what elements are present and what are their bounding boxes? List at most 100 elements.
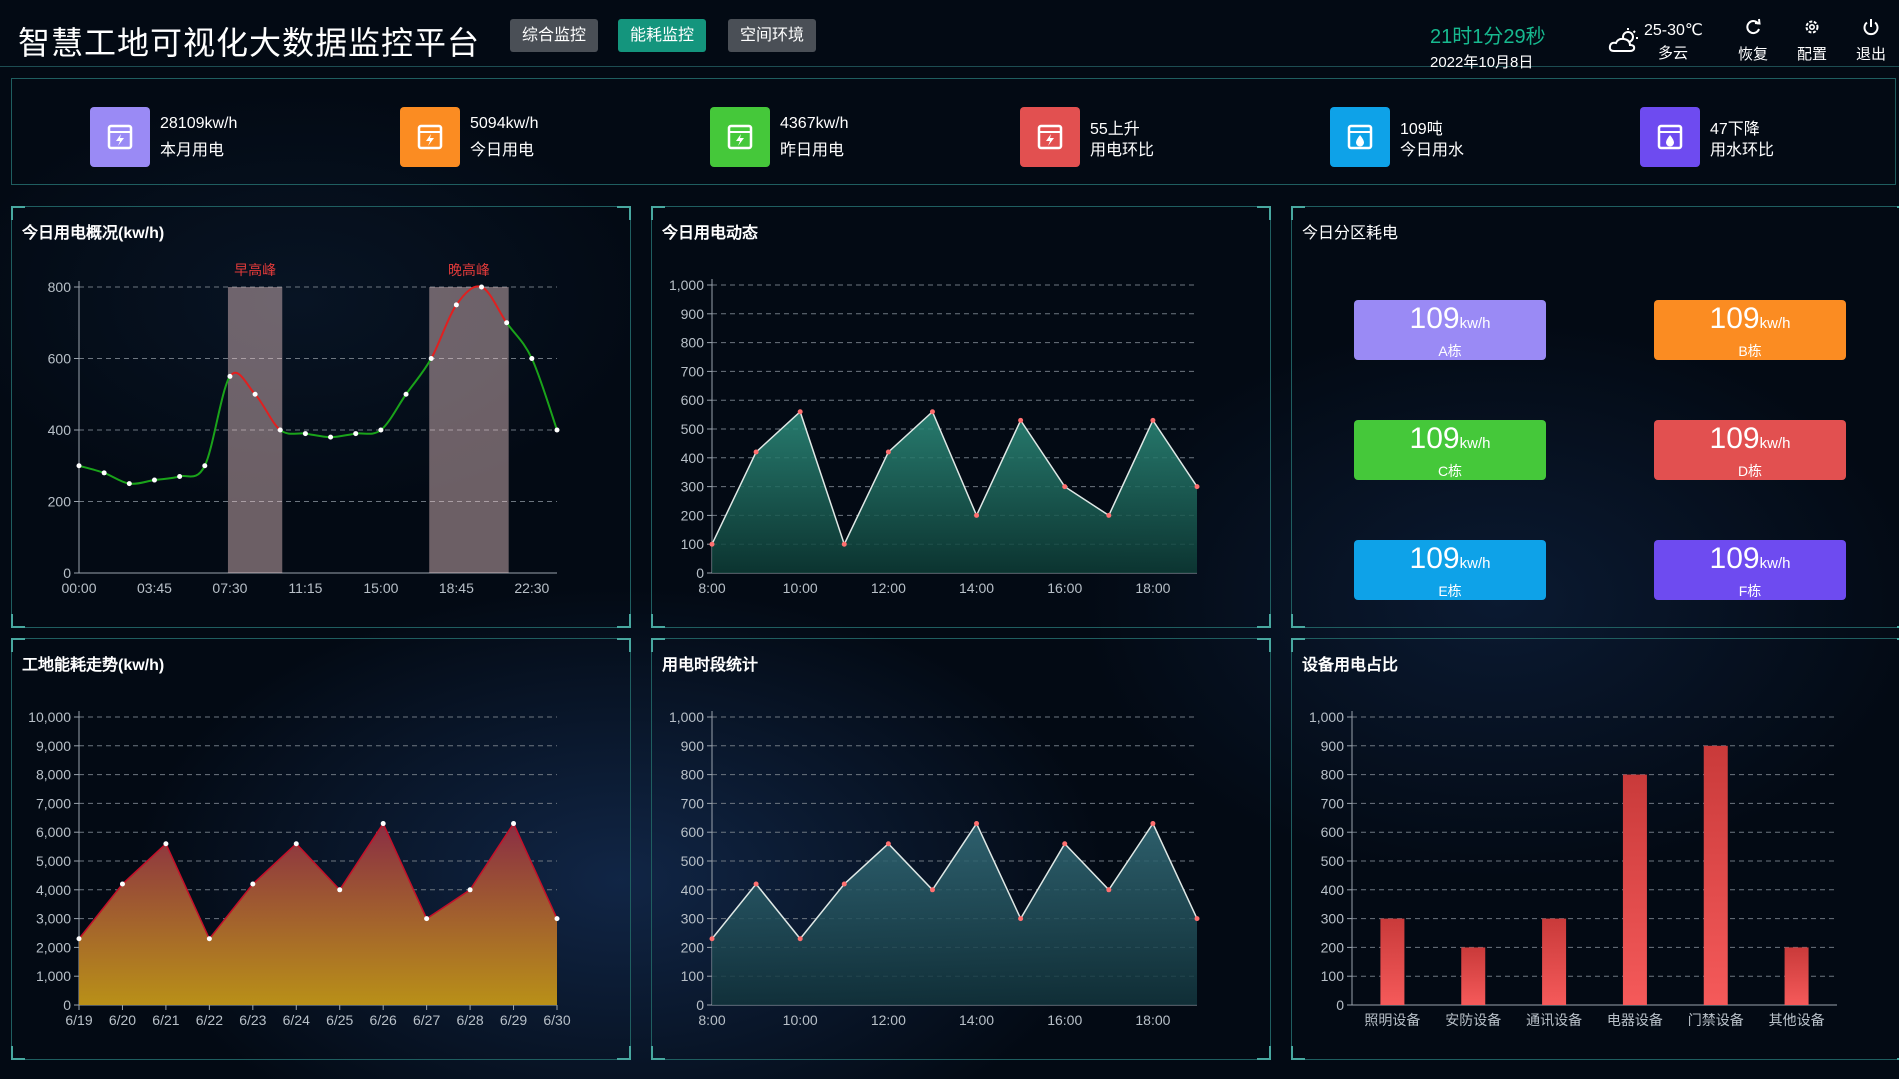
panel-title: 今日分区耗电	[1302, 225, 1399, 242]
x-tick-label: 12:00	[871, 1012, 906, 1028]
data-point	[1194, 916, 1200, 922]
bar	[1542, 918, 1567, 1005]
series-line-segment	[179, 465, 206, 478]
period-stats-area-chart: 0 100 200 300 400 500 600 700 800 900 1,000 8:00 10:…	[669, 709, 1200, 1028]
data-point	[1150, 821, 1156, 827]
tab-energy-monitoring[interactable]: 能耗监控	[618, 19, 707, 52]
data-point	[163, 841, 169, 847]
data-point	[974, 821, 980, 827]
tab-space-environment[interactable]: 空间环境	[728, 19, 817, 52]
x-tick-label: 10:00	[783, 580, 818, 596]
data-point	[250, 881, 256, 887]
zone-card-a[interactable]: 109kw/h A栋	[1354, 300, 1546, 360]
series-line-segment	[380, 393, 407, 431]
y-tick-label: 4,000	[36, 882, 71, 898]
data-point	[151, 477, 157, 483]
tab-comprehensive-monitoring[interactable]: 综合监控	[510, 19, 599, 52]
x-tick-label: 07:30	[212, 580, 247, 596]
x-tick-label: 6/21	[152, 1012, 179, 1028]
zone-card-e[interactable]: 109kw/h E栋	[1354, 540, 1546, 600]
data-point	[1150, 417, 1156, 423]
electric-meter-icon	[727, 124, 753, 150]
x-tick-label: 电器设备	[1607, 1012, 1663, 1028]
stat-value: 5094kw/h	[470, 115, 539, 132]
y-tick-label: 900	[681, 306, 705, 322]
logout-button[interactable]: 退出	[1846, 18, 1896, 64]
y-tick-label: 300	[1321, 911, 1345, 927]
stat-icon-box	[90, 107, 150, 167]
bar	[1784, 947, 1809, 1005]
y-tick-label: 2,000	[36, 939, 71, 955]
data-point	[1106, 512, 1112, 518]
peak-band-label: 晚高峰	[448, 262, 490, 278]
zone-card-c[interactable]: 109kw/h C栋	[1354, 420, 1546, 480]
data-point	[76, 463, 82, 469]
data-point	[554, 916, 560, 922]
data-point	[119, 881, 125, 887]
gear-icon	[1805, 20, 1819, 34]
panel-today-electricity-dynamic: 今日用电动态 0 100 200 300 400 500 600 700 800 900 1,000…	[651, 206, 1271, 628]
y-tick-label: 600	[681, 824, 705, 840]
y-tick-label: 300	[681, 911, 705, 927]
y-tick-label: 5,000	[36, 853, 71, 869]
panel-today-electricity-overview: 今日用电概况(kw/h) 0 200 400 600 800 早高峰 晚高峰 00:00 03:…	[11, 206, 631, 628]
zone-card-f[interactable]: 109kw/h F栋	[1654, 540, 1846, 600]
x-tick-label: 6/30	[543, 1012, 570, 1028]
stat-label: 用电环比	[1090, 142, 1155, 159]
y-tick-label: 600	[48, 351, 72, 367]
data-point	[428, 356, 434, 361]
series-line-segment	[505, 322, 533, 359]
series-line-segment	[355, 429, 382, 435]
y-tick-label: 500	[1321, 853, 1345, 869]
data-point	[479, 284, 485, 290]
data-point	[929, 409, 935, 415]
data-point	[177, 473, 183, 479]
y-tick-label: 8,000	[36, 767, 71, 783]
x-tick-label: 18:45	[439, 580, 474, 596]
x-tick-label: 03:45	[137, 580, 172, 596]
stat-value: 4367kw/h	[780, 115, 849, 132]
partly-cloudy-icon	[1608, 28, 1638, 52]
y-tick-label: 300	[681, 479, 705, 495]
energy-trend-area-chart: 0 1,000 2,000 3,000 4,000 5,000 6,000 7,000 8,00…	[28, 709, 571, 1028]
restore-button[interactable]: 恢复	[1728, 18, 1778, 64]
data-point	[277, 427, 283, 433]
peak-band-label: 早高峰	[234, 262, 276, 278]
data-point	[126, 481, 132, 487]
logout-label: 退出	[1855, 46, 1886, 63]
x-tick-label: 6/19	[65, 1012, 92, 1028]
data-point	[467, 887, 473, 893]
data-point	[753, 881, 759, 887]
x-tick-label: 安防设备	[1445, 1012, 1501, 1028]
y-tick-label: 3,000	[36, 911, 71, 927]
x-tick-label: 12:00	[871, 580, 906, 596]
x-tick-label: 6/26	[370, 1012, 397, 1028]
zone-card-d[interactable]: 109kw/h D栋	[1654, 420, 1846, 480]
series-line-segment	[405, 358, 433, 395]
data-point	[337, 887, 343, 893]
data-point	[885, 841, 891, 847]
settings-button[interactable]: 配置	[1787, 18, 1837, 64]
y-tick-label: 400	[1321, 882, 1345, 898]
x-tick-label: 6/23	[239, 1012, 266, 1028]
x-tick-label: 6/20	[109, 1012, 136, 1028]
zone-value: 109kw/h	[1709, 542, 1791, 575]
stat-label: 用水环比	[1710, 142, 1775, 159]
area-fill	[712, 823, 1197, 1005]
y-tick-label: 700	[681, 795, 705, 811]
x-tick-label: 6/22	[196, 1012, 223, 1028]
data-point	[1018, 417, 1024, 423]
x-tick-label: 14:00	[959, 580, 994, 596]
x-tick-label: 10:00	[783, 1012, 818, 1028]
y-tick-label: 200	[1321, 939, 1345, 955]
data-point	[202, 463, 208, 469]
page-title: 智慧工地可视化大数据监控平台	[18, 25, 481, 61]
equipment-bar-chart: 0 100 200 300 400 500 600 700 800 900 1,000 照明设备 安防设…	[1309, 709, 1837, 1028]
data-point	[378, 427, 384, 433]
zone-card-b[interactable]: 109kw/h B栋	[1654, 300, 1846, 360]
weather-condition: 多云	[1658, 45, 1689, 62]
panel-electricity-period-stats: 用电时段统计 0 100 200 300 400 500 600 700 800 900 1,000…	[651, 638, 1271, 1060]
series-line-segment	[203, 375, 231, 467]
data-point	[929, 887, 935, 893]
y-tick-label: 800	[681, 335, 705, 351]
